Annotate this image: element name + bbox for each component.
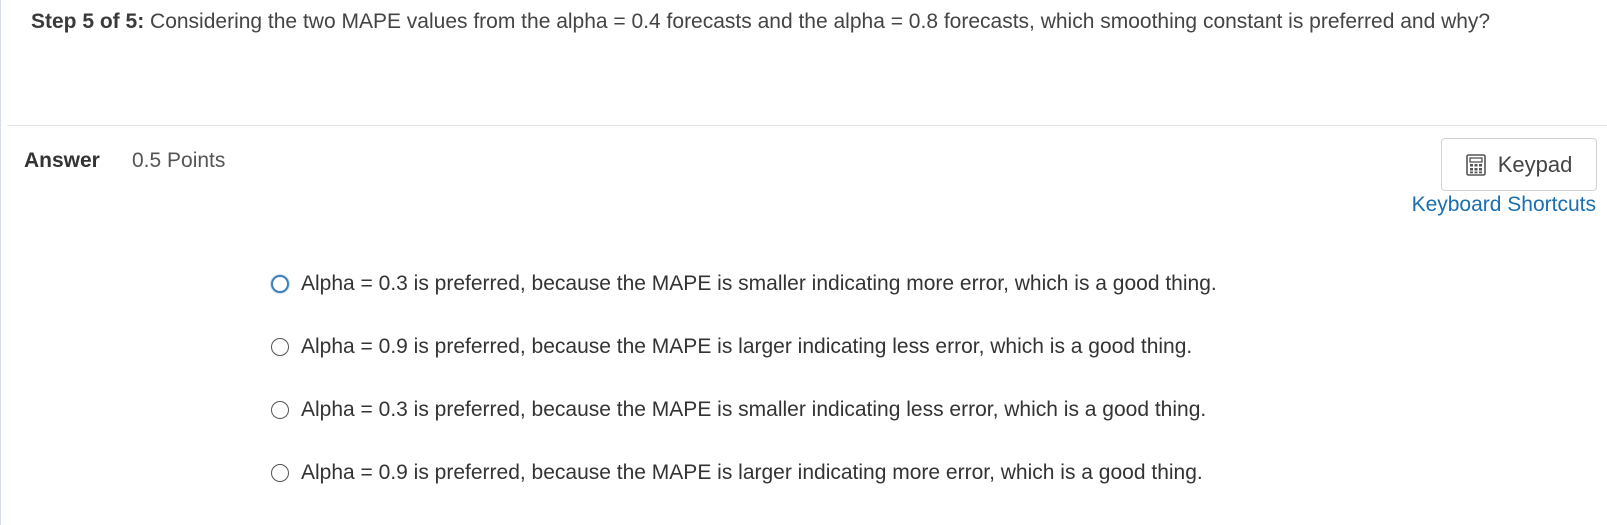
calculator-icon	[1465, 153, 1486, 176]
keypad-button[interactable]: Keypad	[1441, 138, 1597, 191]
radio-button[interactable]	[271, 275, 289, 293]
option-label: Alpha = 0.9 is preferred, because the MA…	[301, 461, 1203, 484]
answer-option-3[interactable]: Alpha = 0.3 is preferred, because the MA…	[271, 392, 1217, 428]
question-page: Step 5 of 5: Considering the two MAPE va…	[0, 0, 1607, 525]
section-divider	[7, 125, 1607, 126]
option-label: Alpha = 0.9 is preferred, because the MA…	[301, 335, 1193, 358]
answer-option-1[interactable]: Alpha = 0.3 is preferred, because the MA…	[271, 266, 1217, 302]
radio-button[interactable]	[271, 464, 289, 482]
question-prompt: Step 5 of 5: Considering the two MAPE va…	[31, 6, 1576, 38]
keyboard-shortcuts-link[interactable]: Keyboard Shortcuts	[1412, 193, 1596, 217]
answer-label: Answer	[24, 149, 100, 172]
option-label: Alpha = 0.3 is preferred, because the MA…	[301, 398, 1207, 421]
keypad-label: Keypad	[1497, 151, 1573, 177]
radio-button[interactable]	[271, 338, 289, 356]
points-value: 0.5 Points	[132, 149, 226, 172]
step-label: Step 5 of 5:	[31, 10, 145, 33]
radio-button[interactable]	[271, 401, 289, 419]
answer-option-2[interactable]: Alpha = 0.9 is preferred, because the MA…	[271, 329, 1217, 365]
answer-options: Alpha = 0.3 is preferred, because the MA…	[271, 266, 1217, 518]
answer-option-4[interactable]: Alpha = 0.9 is preferred, because the MA…	[271, 455, 1217, 491]
question-text: Considering the two MAPE values from the…	[144, 10, 1491, 33]
option-label: Alpha = 0.3 is preferred, because the MA…	[301, 272, 1217, 295]
